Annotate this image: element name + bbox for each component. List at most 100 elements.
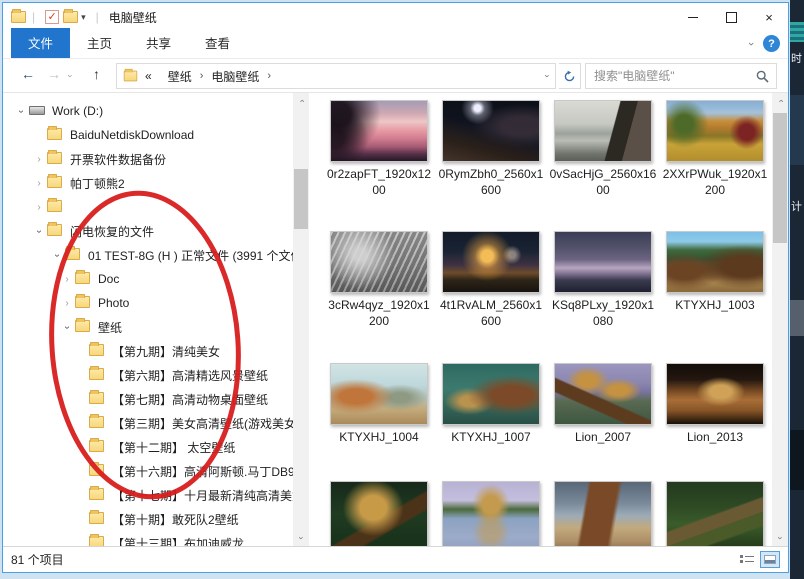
breadcrumb-overflow[interactable]: « (145, 69, 152, 83)
file-item[interactable] (659, 481, 771, 546)
tree-item[interactable]: › Doc (3, 267, 293, 291)
tree-item[interactable]: › 闪电恢复的文件 (3, 219, 293, 243)
tree-item[interactable]: 【第三期】美女高清壁纸(游戏美女专辑 (3, 411, 293, 435)
close-button[interactable]: × (750, 3, 788, 31)
file-item[interactable]: 0vSacHjG_2560x1600 (547, 100, 659, 231)
file-item[interactable]: KTYXHJ_1003 (659, 231, 771, 363)
search-box[interactable] (585, 63, 777, 89)
folder-icon (89, 440, 106, 455)
tree-label: Work (D:) (52, 104, 103, 118)
tree-item[interactable]: 【第十二期】 太空壁纸 (3, 435, 293, 459)
file-item[interactable] (323, 481, 435, 546)
folder-icon (89, 512, 106, 527)
file-item[interactable]: 3cRw4qyz_1920x1200 (323, 231, 435, 363)
quick-access-folder-icon[interactable] (63, 11, 78, 23)
tree-item[interactable]: › 01 TEST-8G (H ) 正常文件 (3991 个文件 (3, 243, 293, 267)
chevron-down-icon[interactable]: › (16, 103, 27, 119)
scroll-down-icon[interactable]: › (772, 530, 788, 546)
file-item[interactable]: KSq8PLxy_1920x1080 (547, 231, 659, 363)
chevron-right-icon[interactable]: › (31, 178, 47, 189)
tab-home[interactable]: 主页 (70, 28, 129, 58)
tree-item[interactable]: 【第十三期】布加迪威龙 (3, 531, 293, 546)
chevron-down-icon[interactable]: › (52, 247, 63, 263)
tree-item[interactable]: 【第十期】敢死队2壁纸 (3, 507, 293, 531)
tab-view[interactable]: 查看 (188, 28, 247, 58)
scrollbar-thumb[interactable] (773, 113, 787, 243)
file-item[interactable] (435, 481, 547, 546)
file-item[interactable]: Lion_2007 (547, 363, 659, 481)
chevron-down-icon[interactable]: › (62, 319, 73, 335)
chevron-right-icon[interactable]: › (31, 202, 47, 213)
up-button[interactable]: ↑ (93, 66, 100, 82)
help-icon[interactable]: ? (763, 35, 780, 52)
wallpaper-thumbnail (666, 231, 764, 293)
refresh-button[interactable] (559, 63, 581, 89)
details-view-icon[interactable] (738, 552, 756, 568)
minimize-button[interactable] (674, 3, 712, 31)
tree-item[interactable]: › BaiduNetdiskDownload (3, 123, 293, 147)
address-dropdown-icon[interactable]: › (543, 75, 553, 78)
desktop-fragment (790, 95, 804, 165)
tree-item[interactable]: › Photo (3, 291, 293, 315)
tree-item[interactable]: 【第六期】高清精选风景壁纸 (3, 363, 293, 387)
wallpaper-thumbnail (554, 363, 652, 425)
tree-scrollbar[interactable]: › › (293, 93, 309, 546)
file-item[interactable]: KTYXHJ_1007 (435, 363, 547, 481)
breadcrumb-wallpaper[interactable]: 壁纸 (168, 68, 192, 85)
chevron-right-icon[interactable]: › (59, 274, 75, 285)
forward-button[interactable]: → (47, 66, 61, 82)
search-input[interactable] (586, 69, 756, 83)
tree-item[interactable]: › 开票软件数据备份 (3, 147, 293, 171)
desktop-text-fragment: 计 (791, 198, 802, 214)
file-item[interactable]: 4t1RvALM_2560x1600 (435, 231, 547, 363)
file-item[interactable]: 2XXrPWuk_1920x1200 (659, 100, 771, 231)
file-name: Lion_2007 (549, 430, 657, 446)
breadcrumb-pc-wallpaper[interactable]: 电脑壁纸 (211, 68, 259, 85)
ribbon-tab-bar: 文件 主页 共享 查看 (3, 31, 788, 59)
file-name: Lion_2013 (661, 430, 769, 446)
tree-item[interactable]: › 壁纸 (3, 315, 293, 339)
scroll-up-icon[interactable]: › (293, 93, 309, 109)
tree-item[interactable]: 【第七期】高清动物桌面壁纸 (3, 387, 293, 411)
file-item[interactable]: Lion_2013 (659, 363, 771, 481)
thumbnail-view-icon[interactable] (760, 551, 780, 568)
maximize-button[interactable] (712, 3, 750, 31)
wallpaper-thumbnail (330, 481, 428, 546)
tree-item[interactable]: › (3, 195, 293, 219)
chevron-right-icon[interactable]: › (59, 298, 75, 309)
tree-item[interactable]: › 帕丁顿熊2 (3, 171, 293, 195)
quick-access-check-icon[interactable]: ✓ (45, 10, 59, 24)
tree-item[interactable]: 【第九期】清纯美女 (3, 339, 293, 363)
file-item[interactable] (547, 481, 659, 546)
desktop-fragment (790, 430, 804, 490)
tree-label: 【第十七期】十月最新清纯高清美女壁纸 (112, 487, 293, 504)
tab-file[interactable]: 文件 (11, 28, 70, 58)
wallpaper-thumbnail (442, 100, 540, 162)
tree-item-work-drive[interactable]: › Work (D:) (3, 99, 293, 123)
wallpaper-thumbnail (554, 100, 652, 162)
chevron-down-icon[interactable]: › (34, 223, 45, 239)
tree-label: 【第六期】高清精选风景壁纸 (112, 367, 268, 384)
tab-share[interactable]: 共享 (129, 28, 188, 58)
file-item[interactable]: 0r2zapFT_1920x1200 (323, 100, 435, 231)
chevron-right-icon[interactable]: › (31, 154, 47, 165)
files-scrollbar[interactable]: › › (772, 93, 788, 546)
wallpaper-thumbnail (554, 481, 652, 546)
back-button[interactable]: ← (21, 66, 35, 82)
tree-item[interactable]: 【第十六期】高清阿斯顿.马丁DB9 (3, 459, 293, 483)
history-dropdown-icon[interactable]: › (66, 75, 76, 78)
quick-access-caret-icon[interactable]: ▾ (81, 12, 86, 23)
scroll-down-icon[interactable]: › (293, 530, 309, 546)
folder-icon (47, 200, 64, 215)
search-icon[interactable] (756, 70, 769, 83)
file-item[interactable]: 0RymZbh0_2560x1600 (435, 100, 547, 231)
address-bar[interactable]: « 壁纸 › 电脑壁纸 › › (116, 63, 556, 89)
scroll-up-icon[interactable]: › (772, 93, 788, 109)
scrollbar-thumb[interactable] (294, 169, 308, 229)
file-item[interactable]: KTYXHJ_1004 (323, 363, 435, 481)
folder-icon (89, 344, 106, 359)
file-name: KTYXHJ_1004 (325, 430, 433, 446)
folder-icon (47, 152, 64, 167)
tree-item[interactable]: 【第十七期】十月最新清纯高清美女壁纸 (3, 483, 293, 507)
ribbon-collapse-icon[interactable]: › (745, 42, 757, 46)
